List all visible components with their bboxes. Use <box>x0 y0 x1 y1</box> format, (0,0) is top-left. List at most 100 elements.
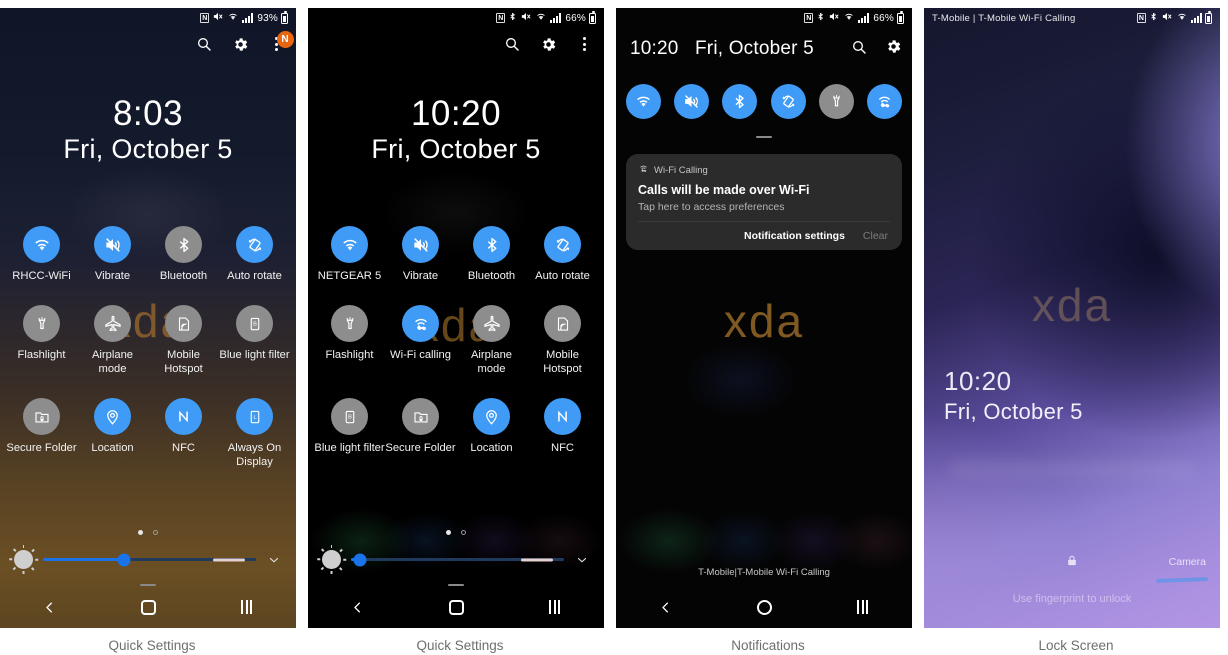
brightness-knob[interactable] <box>117 553 131 566</box>
qs-header-2 <box>502 34 594 54</box>
qs-tile-wifi[interactable]: NETGEAR 5 <box>314 226 385 283</box>
overflow-dots[interactable] <box>582 37 586 51</box>
recents-icon[interactable] <box>813 600 912 614</box>
qs-tile-label: Auto rotate <box>535 270 590 282</box>
qs-tile-row: B Blue light filter Secure Folder Locati… <box>314 398 598 455</box>
home-icon[interactable] <box>407 599 506 615</box>
lock-blurred-notification <box>950 460 1194 478</box>
search-icon[interactable] <box>194 34 214 54</box>
more-vert-icon[interactable]: N <box>266 31 294 54</box>
qs-tile-secure-folder[interactable]: Secure Folder <box>385 398 456 455</box>
qs-tile-blue-light-filter[interactable]: B Blue light filter <box>219 305 290 376</box>
brightness-track[interactable] <box>43 553 256 566</box>
qs-tile-wifi-calling[interactable]: Wi-Fi calling <box>385 305 456 376</box>
qs-tile-secure-folder[interactable]: Secure Folder <box>6 398 77 469</box>
qs-tile-auto-rotate[interactable]: Auto rotate <box>219 226 290 283</box>
brightness-slider-2[interactable] <box>308 545 604 574</box>
bluetooth-icon[interactable] <box>722 84 758 119</box>
qs-tile-label: Location <box>470 442 513 454</box>
qs-tile-location[interactable]: Location <box>456 398 527 455</box>
chevron-down-icon[interactable] <box>574 553 590 567</box>
page-indicator-1[interactable] <box>0 530 296 535</box>
qs-tile-vibrate[interactable]: Vibrate <box>385 226 456 283</box>
wifi-icon <box>843 11 855 25</box>
auto-rotate-icon[interactable] <box>770 84 806 119</box>
more-vert-icon[interactable] <box>574 34 594 54</box>
nav-bar-1 <box>0 586 296 628</box>
qs-tile-airplane-mode[interactable]: Airplane mode <box>456 305 527 376</box>
home-icon[interactable] <box>99 599 198 615</box>
qs-tile-bluetooth[interactable]: Bluetooth <box>148 226 219 283</box>
qs-tile-location[interactable]: Location <box>77 398 148 469</box>
page-indicator-2[interactable] <box>308 530 604 535</box>
qs-tile-wifi[interactable]: RHCC-WiFi <box>6 226 77 283</box>
search-icon[interactable] <box>851 39 867 60</box>
chevron-down-icon[interactable] <box>266 553 282 567</box>
qs-tile-label: Mobile Hotspot <box>543 349 582 375</box>
nfc-icon: N <box>200 13 210 23</box>
qs-tile-label: NETGEAR 5 <box>317 270 382 282</box>
qs-tile-row: Flashlight Airplane mode Mobile Hotspot <box>6 305 290 376</box>
signal-icon <box>858 13 870 23</box>
search-icon[interactable] <box>502 34 522 54</box>
wifi-icon[interactable] <box>626 84 661 119</box>
qs-tile-label: Vibrate <box>402 270 439 282</box>
qs-tile-bluetooth[interactable]: Bluetooth <box>456 226 527 283</box>
recents-icon[interactable] <box>197 600 296 614</box>
notification-settings-button[interactable]: Notification settings <box>744 230 845 242</box>
page-dot-active[interactable] <box>138 530 143 535</box>
qs-tile-nfc[interactable]: NFC <box>148 398 219 469</box>
qs-tile-flashlight[interactable]: Flashlight <box>314 305 385 376</box>
blue-light-icon: B <box>331 398 368 435</box>
brightness-track[interactable] <box>351 553 564 566</box>
qs-tile-airplane-mode[interactable]: Airplane mode <box>77 305 148 376</box>
back-icon[interactable] <box>308 599 407 616</box>
lock-clock: 10:20 Fri, October 5 <box>944 366 1083 425</box>
qs-tile-label: Auto rotate <box>227 270 282 282</box>
panel-handle-3[interactable] <box>756 136 772 138</box>
wifi-icon <box>1176 11 1188 25</box>
qs-tile-mobile-hotspot[interactable]: Mobile Hotspot <box>148 305 219 376</box>
page-dot-active[interactable] <box>446 530 451 535</box>
back-icon[interactable] <box>616 599 715 616</box>
vibrate-icon[interactable] <box>674 84 710 119</box>
wifi-calling-icon[interactable] <box>866 84 902 119</box>
hotspot-icon <box>544 305 581 342</box>
nav-bar-2 <box>308 586 604 628</box>
page-dot[interactable] <box>153 530 158 535</box>
location-icon <box>473 398 510 435</box>
flashlight-icon[interactable] <box>818 84 854 119</box>
screenshot-gallery: N 93% N 8:03 Fri, October 5 xda RHCC-WiF… <box>0 0 1228 655</box>
mute-icon <box>520 11 532 25</box>
gear-icon[interactable] <box>230 34 250 54</box>
clear-button[interactable]: Clear <box>863 230 888 242</box>
recents-icon[interactable] <box>505 600 604 614</box>
camera-shortcut-label[interactable]: Camera <box>1169 556 1206 568</box>
qs-tile-blue-light-filter[interactable]: B Blue light filter <box>314 398 385 455</box>
mute-icon <box>828 11 840 25</box>
home-icon[interactable] <box>715 599 814 615</box>
qs-tile-flashlight[interactable]: Flashlight <box>6 305 77 376</box>
brightness-slider-1[interactable] <box>0 545 296 574</box>
qs-tile-label: Vibrate <box>94 270 131 282</box>
overflow-dots[interactable]: N <box>274 31 294 51</box>
mute-icon <box>212 11 224 25</box>
status-bar-icons-2: N 66% <box>496 10 596 25</box>
qs-tile-label: Always On Display <box>227 442 282 468</box>
qs-tile-label: Mobile Hotspot <box>164 349 203 375</box>
gear-icon[interactable] <box>885 38 902 60</box>
brightness-knob[interactable] <box>353 553 367 566</box>
qs-tile-nfc[interactable]: NFC <box>527 398 598 455</box>
page-dot[interactable] <box>461 530 466 535</box>
panel-caption-2: Quick Settings <box>416 638 504 653</box>
signal-icon <box>550 13 562 23</box>
back-icon[interactable] <box>0 599 99 616</box>
qs-tile-vibrate[interactable]: Vibrate <box>77 226 148 283</box>
nfc-icon <box>544 398 581 435</box>
notification-card[interactable]: Wi-Fi Calling Calls will be made over Wi… <box>626 154 902 250</box>
gear-icon[interactable] <box>538 34 558 54</box>
qs-tile-always-on-display[interactable]: L Always On Display <box>219 398 290 469</box>
qs-tile-mobile-hotspot[interactable]: Mobile Hotspot <box>527 305 598 376</box>
qs-tile-auto-rotate[interactable]: Auto rotate <box>527 226 598 283</box>
clock-date-3: Fri, October 5 <box>694 38 814 59</box>
